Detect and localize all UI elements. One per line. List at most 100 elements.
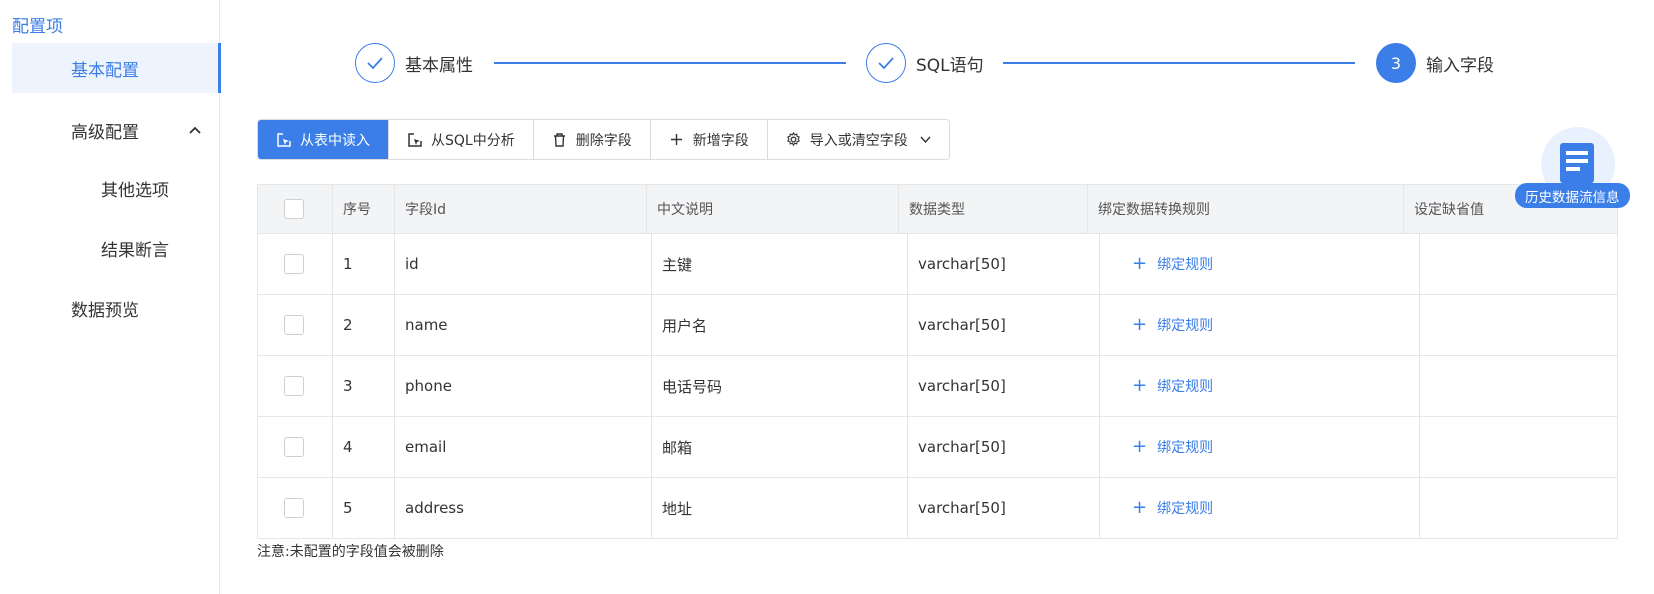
step-label: 输入字段 (1426, 55, 1494, 76)
link-label: 绑定规则 (1157, 379, 1214, 395)
header-field-id: 字段Id (395, 185, 647, 233)
table-row: 2 name 用户名 varchar[50] + 绑定规则 (258, 294, 1617, 355)
bind-rule-link[interactable]: + 绑定规则 (1100, 498, 1213, 518)
sidebar-item-other-options[interactable]: 其他选项 (101, 173, 169, 203)
row-checkbox[interactable] (284, 437, 304, 457)
page-title: 配置项 (12, 17, 63, 37)
header-description: 中文说明 (647, 185, 899, 233)
row-select-cell (258, 295, 333, 355)
row-select-cell (258, 234, 333, 294)
button-label: 删除字段 (575, 132, 632, 149)
step-sql-statement[interactable]: SQL语句 (866, 43, 984, 83)
select-cursor-icon (407, 132, 423, 148)
cell-bind-rule: + 绑定规则 (1100, 295, 1420, 355)
cell-field-id: id (395, 234, 652, 294)
header-index: 序号 (333, 185, 395, 233)
analyze-sql-button[interactable]: 从SQL中分析 (389, 120, 534, 159)
row-select-cell (258, 417, 333, 477)
trash-icon (552, 132, 568, 148)
cell-field-id: email (395, 417, 652, 477)
header-select-all (258, 185, 333, 233)
bind-rule-link[interactable]: + 绑定规则 (1100, 254, 1213, 274)
plus-icon: + (1132, 314, 1148, 335)
toolbar: 从表中读入 从SQL中分析 删除字段 新增字段 导入或清空字段 (257, 119, 950, 160)
button-label: 从SQL中分析 (431, 132, 515, 149)
sidebar-item-data-preview[interactable]: 数据预览 (71, 293, 139, 323)
cell-description: 电话号码 (652, 356, 908, 416)
cell-index: 1 (333, 234, 395, 294)
check-icon (866, 43, 906, 83)
sidebar-item-basic-config[interactable]: 基本配置 (12, 43, 221, 93)
step-input-fields[interactable]: 3 输入字段 (1376, 43, 1494, 83)
cell-index: 3 (333, 356, 395, 416)
plus-icon: + (1132, 497, 1148, 518)
read-from-table-button[interactable]: 从表中读入 (258, 120, 389, 159)
sidebar-item-label: 高级配置 (71, 122, 139, 143)
cell-bind-rule: + 绑定规则 (1100, 417, 1420, 477)
row-checkbox[interactable] (284, 498, 304, 518)
select-cursor-icon (276, 132, 292, 148)
step-label: SQL语句 (916, 55, 984, 76)
cell-field-id: address (395, 478, 652, 538)
cell-default-value[interactable] (1420, 295, 1612, 355)
cell-default-value[interactable] (1420, 417, 1612, 477)
cell-field-id: phone (395, 356, 652, 416)
cell-data-type: varchar[50] (908, 417, 1100, 477)
delete-field-button[interactable]: 删除字段 (534, 120, 651, 159)
button-label: 从表中读入 (300, 132, 370, 149)
table-row: 4 email 邮箱 varchar[50] + 绑定规则 (258, 416, 1617, 477)
row-checkbox[interactable] (284, 315, 304, 335)
cell-data-type: varchar[50] (908, 295, 1100, 355)
check-icon (355, 43, 395, 83)
cell-default-value[interactable] (1420, 478, 1612, 538)
plus-icon: + (1132, 436, 1148, 457)
sidebar-item-advanced-config[interactable]: 高级配置 (71, 115, 211, 145)
cell-description: 地址 (652, 478, 908, 538)
link-label: 绑定规则 (1157, 440, 1214, 456)
cell-data-type: varchar[50] (908, 234, 1100, 294)
select-all-checkbox[interactable] (284, 199, 304, 219)
history-dataflow-badge[interactable]: 历史数据流信息 (1515, 183, 1630, 208)
cell-bind-rule: + 绑定规则 (1100, 234, 1420, 294)
cell-bind-rule: + 绑定规则 (1100, 478, 1420, 538)
table-row: 3 phone 电话号码 varchar[50] + 绑定规则 (258, 355, 1617, 416)
cell-index: 5 (333, 478, 395, 538)
step-label: 基本属性 (405, 55, 473, 76)
row-checkbox[interactable] (284, 376, 304, 396)
header-bind-rule: 绑定数据转换规则 (1088, 185, 1404, 233)
button-label: 新增字段 (692, 132, 749, 149)
sidebar-item-result-assert[interactable]: 结果断言 (101, 233, 169, 263)
link-label: 绑定规则 (1157, 501, 1214, 517)
chevron-down-icon (920, 136, 931, 143)
cell-field-id: name (395, 295, 652, 355)
table-header: 序号 字段Id 中文说明 数据类型 绑定数据转换规则 设定缺省值 (258, 185, 1617, 233)
plus-icon: + (1132, 375, 1148, 396)
footer-note: 注意:未配置的字段值会被删除 (257, 544, 444, 560)
cell-index: 4 (333, 417, 395, 477)
row-checkbox[interactable] (284, 254, 304, 274)
cell-default-value[interactable] (1420, 234, 1612, 294)
link-label: 绑定规则 (1157, 257, 1214, 273)
cell-index: 2 (333, 295, 395, 355)
step-number: 3 (1376, 43, 1416, 83)
step-connector (494, 62, 846, 64)
cell-bind-rule: + 绑定规则 (1100, 356, 1420, 416)
link-label: 绑定规则 (1157, 318, 1214, 334)
gear-icon (786, 132, 802, 148)
cell-description: 主键 (652, 234, 908, 294)
header-data-type: 数据类型 (899, 185, 1088, 233)
bind-rule-link[interactable]: + 绑定规则 (1100, 437, 1213, 457)
fields-table: 序号 字段Id 中文说明 数据类型 绑定数据转换规则 设定缺省值 1 id 主键… (257, 184, 1618, 539)
row-select-cell (258, 478, 333, 538)
import-clear-dropdown[interactable]: 导入或清空字段 (768, 120, 949, 159)
cell-description: 用户名 (652, 295, 908, 355)
cell-data-type: varchar[50] (908, 478, 1100, 538)
cell-data-type: varchar[50] (908, 356, 1100, 416)
cell-default-value[interactable] (1420, 356, 1612, 416)
bind-rule-link[interactable]: + 绑定规则 (1100, 315, 1213, 335)
add-field-button[interactable]: 新增字段 (651, 120, 768, 159)
plus-icon: + (1132, 253, 1148, 274)
step-basic-properties[interactable]: 基本属性 (355, 43, 473, 83)
table-row: 1 id 主键 varchar[50] + 绑定规则 (258, 233, 1617, 294)
bind-rule-link[interactable]: + 绑定规则 (1100, 376, 1213, 396)
